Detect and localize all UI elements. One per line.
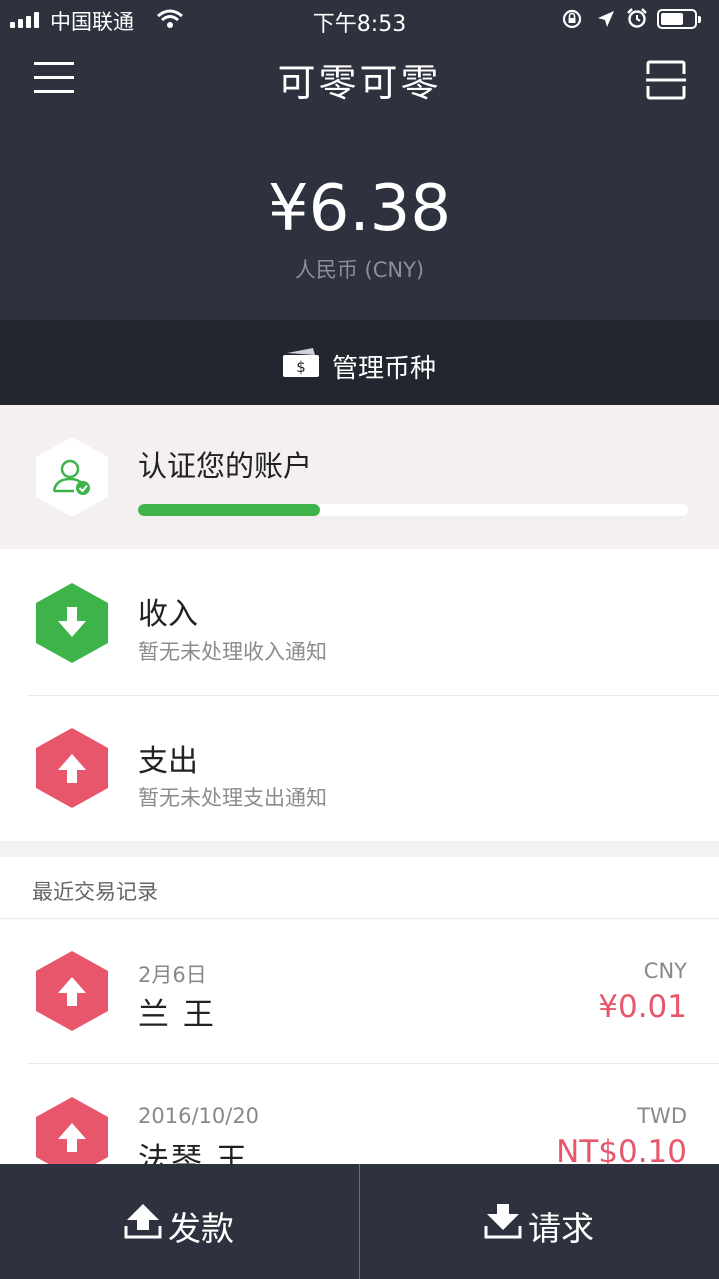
transaction-row[interactable]: 2016/10/20 法琴 王 TWD NT$0.10 bbox=[0, 1064, 719, 1164]
status-bar: 中国联通 下午8:53 bbox=[0, 0, 719, 40]
upload-icon bbox=[124, 1204, 162, 1239]
income-row[interactable]: 收入 暂无未处理收入通知 bbox=[0, 549, 719, 695]
verify-account-card[interactable]: 认证您的账户 bbox=[0, 405, 719, 549]
wallet-icon: $ bbox=[283, 348, 319, 377]
battery-icon bbox=[657, 9, 701, 29]
notifications-panel: 收入 暂无未处理收入通知 支出 暂无未处理支出通知 bbox=[0, 549, 719, 841]
alarm-icon bbox=[627, 8, 647, 28]
transaction-amount: ¥0.01 bbox=[598, 989, 687, 1025]
manage-currency-label: 管理币种 bbox=[332, 354, 437, 384]
transaction-currency: TWD bbox=[637, 1104, 687, 1128]
scan-icon[interactable] bbox=[646, 60, 686, 100]
recent-transactions-title: 最近交易记录 bbox=[32, 880, 158, 904]
transaction-name: 法琴 王 bbox=[138, 1142, 249, 1164]
balance-amount: ¥6.38 bbox=[267, 172, 452, 246]
currency-label: 人民币 (CNY) bbox=[294, 258, 425, 282]
verify-user-icon bbox=[36, 437, 108, 517]
svg-text:$: $ bbox=[296, 358, 306, 376]
rotation-lock-icon bbox=[562, 9, 582, 29]
outgoing-arrow-icon bbox=[36, 1097, 108, 1164]
request-label: 请求 bbox=[528, 1209, 594, 1248]
outgoing-arrow-icon bbox=[36, 951, 108, 1031]
transaction-amount: NT$0.10 bbox=[556, 1134, 687, 1164]
request-button[interactable]: 请求 bbox=[360, 1164, 719, 1279]
verify-title: 认证您的账户 bbox=[138, 449, 313, 483]
download-icon bbox=[484, 1204, 522, 1239]
transaction-row[interactable]: 2月6日 兰 王 CNY ¥0.01 bbox=[0, 919, 719, 1063]
send-button[interactable]: 发款 bbox=[0, 1164, 359, 1279]
expense-subtitle: 暂无未处理支出通知 bbox=[138, 786, 327, 810]
location-icon bbox=[598, 11, 614, 27]
bottom-action-bar: 发款 请求 bbox=[0, 1164, 719, 1279]
app-title: 可零可零 bbox=[277, 61, 442, 105]
transaction-date: 2016/10/20 bbox=[138, 1104, 260, 1128]
verify-progress-bar bbox=[138, 504, 688, 516]
send-label: 发款 bbox=[168, 1209, 234, 1248]
transaction-date: 2月6日 bbox=[138, 963, 207, 987]
expense-row[interactable]: 支出 暂无未处理支出通知 bbox=[0, 696, 719, 841]
income-down-arrow-icon bbox=[36, 583, 108, 663]
transaction-currency: CNY bbox=[643, 959, 687, 983]
transaction-name: 兰 王 bbox=[138, 997, 216, 1033]
income-title: 收入 bbox=[138, 597, 198, 632]
manage-currency-bar[interactable]: $ 管理币种 bbox=[0, 320, 719, 405]
income-subtitle: 暂无未处理收入通知 bbox=[138, 640, 327, 664]
expense-title: 支出 bbox=[138, 744, 198, 779]
expense-up-arrow-icon bbox=[36, 728, 108, 808]
